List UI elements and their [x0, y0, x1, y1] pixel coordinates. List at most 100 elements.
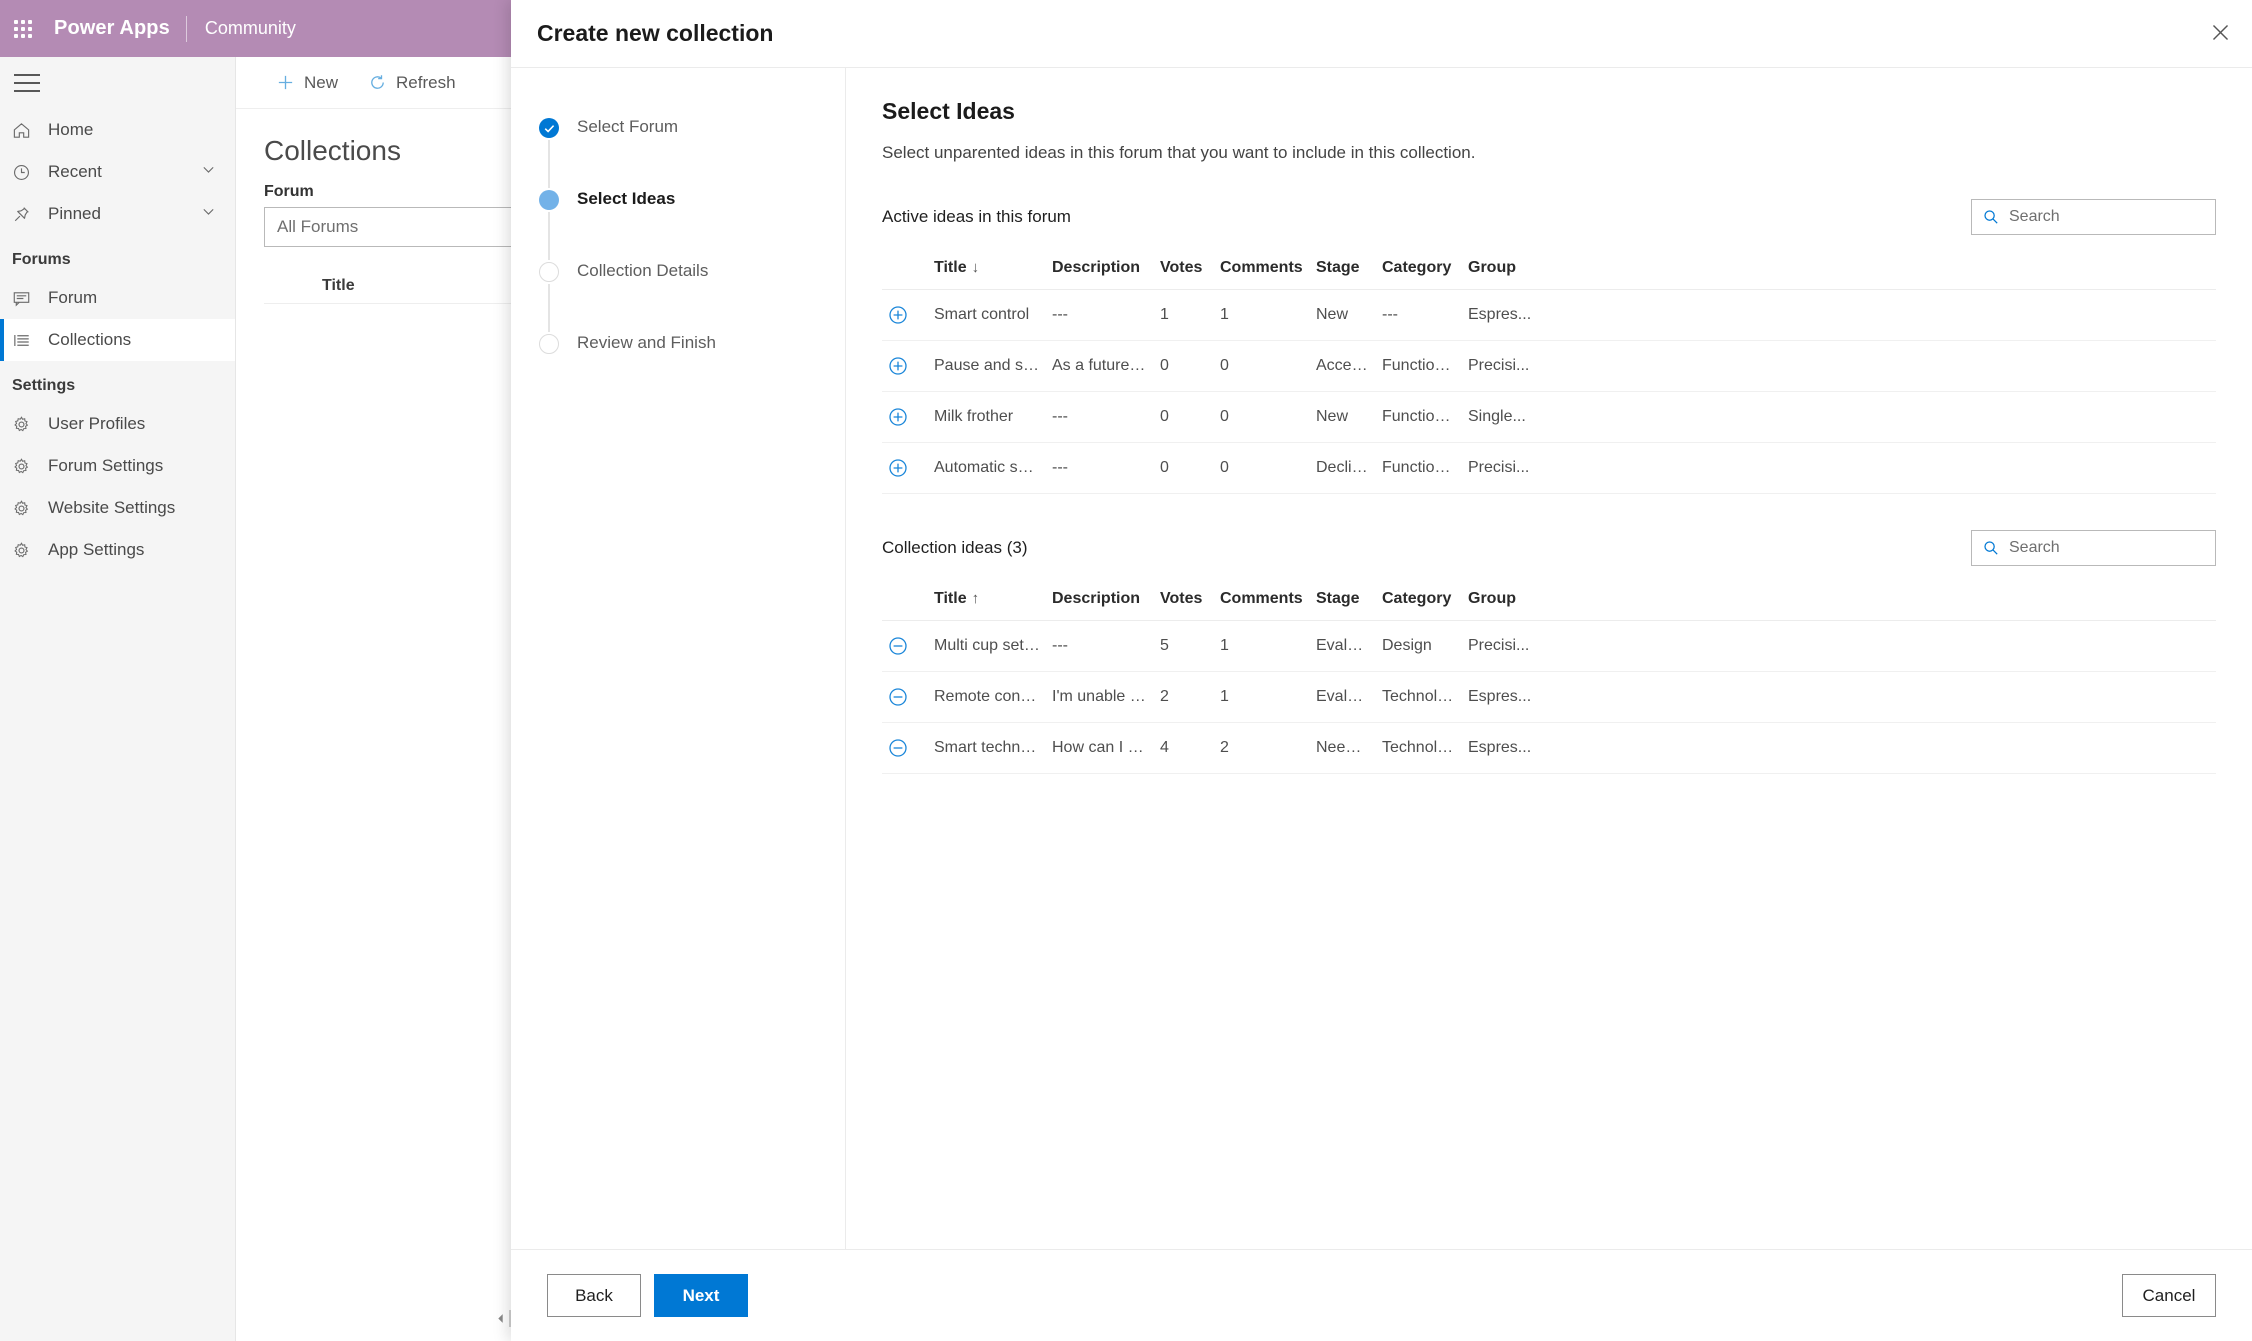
- wizard-step-collection-details[interactable]: Collection Details: [539, 260, 845, 332]
- wizard-step-select-forum[interactable]: Select Forum: [539, 116, 845, 188]
- cell-title: Smart technol...: [928, 722, 1046, 774]
- table-row[interactable]: Remote control I'm unable to ... 2 1 Eva…: [882, 671, 2216, 723]
- cell-description: ---: [1046, 442, 1154, 494]
- next-button[interactable]: Next: [654, 1274, 748, 1317]
- cell-stage: Evalua...: [1310, 671, 1376, 723]
- add-circle-icon[interactable]: [888, 305, 922, 325]
- chevron-down-icon[interactable]: [200, 161, 217, 183]
- add-circle-icon[interactable]: [888, 407, 922, 427]
- app-launcher-icon[interactable]: [10, 16, 36, 42]
- cell-description: ---: [1046, 391, 1154, 443]
- close-icon[interactable]: [2188, 0, 2252, 64]
- th-comments[interactable]: Comments: [1214, 249, 1310, 290]
- th-group[interactable]: Group: [1462, 249, 2216, 290]
- plus-icon: [276, 73, 295, 92]
- clock-icon: [12, 161, 42, 183]
- wizard-step-review-and-finish[interactable]: Review and Finish: [539, 332, 845, 404]
- active-ideas-search-input[interactable]: [2007, 207, 2187, 227]
- cell-group: Single...: [1462, 391, 2216, 443]
- th-action: [882, 580, 928, 621]
- step-current-icon: [539, 190, 559, 210]
- pane-subtitle: Select unparented ideas in this forum th…: [882, 143, 1476, 162]
- remove-circle-icon[interactable]: [888, 687, 922, 707]
- dialog-footer: Back Next Cancel: [511, 1249, 2252, 1341]
- collection-ideas-search-input[interactable]: [2007, 538, 2187, 558]
- th-comments[interactable]: Comments: [1214, 580, 1310, 621]
- cell-title: Automatic shu...: [928, 442, 1046, 494]
- left-navigation: Home Recent Pinned Forums Forum Collecti…: [0, 57, 236, 1341]
- collection-ideas-section-header: Collection ideas (3): [882, 530, 2216, 566]
- gear-icon: [12, 413, 42, 435]
- nav-group-title-settings: Settings: [12, 377, 76, 394]
- new-button[interactable]: New: [264, 67, 350, 99]
- collection-ideas-search[interactable]: [1971, 530, 2216, 566]
- cell-title: Milk frother: [928, 391, 1046, 443]
- table-row[interactable]: Milk frother --- 0 0 New Functional... S…: [882, 391, 2216, 443]
- table-row[interactable]: Smart control --- 1 1 New --- Espres...: [882, 289, 2216, 341]
- cell-group: Espres...: [1462, 671, 2216, 723]
- th-description[interactable]: Description: [1046, 249, 1154, 290]
- sidebar-item-label: Home: [48, 120, 94, 139]
- remove-circle-icon[interactable]: [888, 636, 922, 656]
- back-button[interactable]: Back: [547, 1274, 641, 1317]
- chevron-down-icon[interactable]: [200, 203, 217, 225]
- wizard-step-select-ideas[interactable]: Select Ideas: [539, 188, 845, 260]
- cell-category: Technology: [1376, 722, 1462, 774]
- th-group[interactable]: Group: [1462, 580, 2216, 621]
- cell-title: Multi cup setti...: [928, 620, 1046, 672]
- cell-votes: 2: [1154, 671, 1214, 723]
- remove-cell[interactable]: [882, 671, 928, 723]
- add-cell[interactable]: [882, 442, 928, 494]
- sidebar-item-collections[interactable]: Collections: [0, 319, 235, 361]
- cell-comments: 1: [1214, 620, 1310, 672]
- cancel-button[interactable]: Cancel: [2122, 1274, 2216, 1317]
- cell-comments: 1: [1214, 671, 1310, 723]
- sidebar-item-user-profiles[interactable]: User Profiles: [0, 403, 235, 445]
- th-category[interactable]: Category: [1376, 580, 1462, 621]
- remove-circle-icon[interactable]: [888, 738, 922, 758]
- th-description[interactable]: Description: [1046, 580, 1154, 621]
- th-votes[interactable]: Votes: [1154, 249, 1214, 290]
- table-row[interactable]: Pause and serve As a future fea... 0 0 A…: [882, 340, 2216, 392]
- sidebar-item-home[interactable]: Home: [0, 109, 235, 151]
- th-category[interactable]: Category: [1376, 249, 1462, 290]
- th-title[interactable]: Title ↑: [928, 580, 1046, 621]
- cell-title: Remote control: [928, 671, 1046, 723]
- cell-stage: New: [1310, 289, 1376, 341]
- nav-toggle-icon[interactable]: [0, 57, 235, 109]
- th-title[interactable]: Title ↓: [928, 249, 1046, 290]
- app-name-label[interactable]: Community: [187, 18, 296, 39]
- add-cell[interactable]: [882, 391, 928, 443]
- sidebar-item-forum[interactable]: Forum: [0, 277, 235, 319]
- th-votes[interactable]: Votes: [1154, 580, 1214, 621]
- add-cell[interactable]: [882, 340, 928, 392]
- table-row[interactable]: Multi cup setti... --- 5 1 Evalua... Des…: [882, 620, 2216, 672]
- remove-cell[interactable]: [882, 620, 928, 672]
- refresh-button[interactable]: Refresh: [356, 67, 468, 99]
- scroll-left-arrow-icon[interactable]: [492, 1310, 509, 1327]
- active-ideas-table: Title ↓ Description Votes Comments Stage …: [882, 249, 2216, 494]
- sort-arrow-icon: ↓: [971, 259, 980, 276]
- add-circle-icon[interactable]: [888, 356, 922, 376]
- brand-label[interactable]: Power Apps: [50, 17, 186, 40]
- sidebar-item-app-settings[interactable]: App Settings: [0, 529, 235, 571]
- add-cell[interactable]: [882, 289, 928, 341]
- sidebar-item-website-settings[interactable]: Website Settings: [0, 487, 235, 529]
- remove-cell[interactable]: [882, 722, 928, 774]
- th-stage[interactable]: Stage: [1310, 249, 1376, 290]
- search-icon: [1983, 540, 1999, 556]
- th-stage[interactable]: Stage: [1310, 580, 1376, 621]
- pin-icon: [12, 203, 42, 225]
- dialog-body: Select Forum Select Ideas Collection Det…: [511, 67, 2252, 1249]
- th-title-label: Title: [934, 590, 967, 607]
- sidebar-item-pinned[interactable]: Pinned: [0, 193, 235, 235]
- sidebar-item-forum-settings[interactable]: Forum Settings: [0, 445, 235, 487]
- table-row[interactable]: Smart technol... How can I bre... 4 2 Ne…: [882, 722, 2216, 774]
- cell-category: Functional...: [1376, 340, 1462, 392]
- sidebar-item-recent[interactable]: Recent: [0, 151, 235, 193]
- active-ideas-search[interactable]: [1971, 199, 2216, 235]
- table-row[interactable]: Automatic shu... --- 0 0 Declin... Funct…: [882, 442, 2216, 494]
- add-circle-icon[interactable]: [888, 458, 922, 478]
- cell-stage: New: [1310, 391, 1376, 443]
- cell-description: How can I bre...: [1046, 722, 1154, 774]
